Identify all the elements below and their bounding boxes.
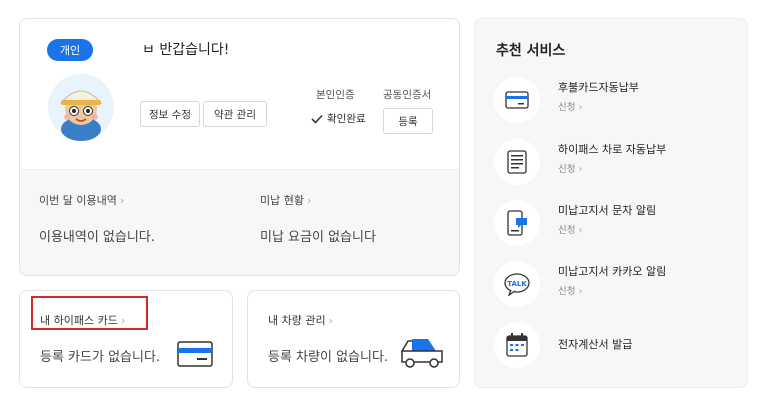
usage-history-link[interactable]: 이번 달 이용내역 › bbox=[39, 192, 124, 208]
hipass-card-value: 등록 카드가 없습니다. bbox=[40, 350, 161, 365]
manage-terms-button[interactable]: 약관 관리 bbox=[203, 101, 267, 127]
service-item-lane-autopay[interactable]: 하이패스 차로 자동납부 신청 › bbox=[494, 139, 734, 189]
service-apply-link[interactable]: 신청 › bbox=[558, 99, 582, 113]
vehicle-value: 등록 차량이 없습니다. bbox=[268, 350, 389, 365]
verification-status-text: 확인완료 bbox=[327, 113, 366, 125]
chevron-right-icon: › bbox=[120, 314, 126, 327]
profile-card: 개인 ㅂ 반갑습니다! 정보 수정 약관 관리 본인인증 공동인증서 확인완료 … bbox=[19, 18, 460, 276]
service-item-sms-alert[interactable]: 미납고지서 문자 알림 신청 › bbox=[494, 200, 734, 250]
unpaid-status-value: 미납 요금이 없습니다 bbox=[260, 230, 376, 245]
service-item-kakao-alert[interactable]: TALK 미납고지서 카카오 알림 신청 › bbox=[494, 261, 734, 311]
register-certificate-button[interactable]: 등록 bbox=[383, 108, 433, 134]
service-item-card-autopay[interactable]: 후불카드자동납부 신청 › bbox=[494, 77, 734, 127]
credit-card-icon bbox=[494, 77, 540, 123]
hipass-card-title: 내 하이패스 카드 bbox=[40, 314, 118, 327]
chevron-right-icon: › bbox=[306, 194, 312, 207]
checkmark-icon bbox=[311, 114, 323, 124]
recommended-services-title: 추천 서비스 bbox=[496, 43, 566, 59]
svg-text:TALK: TALK bbox=[507, 280, 527, 288]
hipass-card-panel: 내 하이패스 카드 › 등록 카드가 없습니다. bbox=[19, 290, 233, 388]
mobile-message-icon bbox=[494, 200, 540, 246]
usage-history-value: 이용내역이 없습니다. bbox=[39, 230, 155, 245]
service-apply-link[interactable]: 신청 › bbox=[558, 222, 582, 236]
verification-status: 확인완료 bbox=[311, 111, 366, 126]
account-type-badge: 개인 bbox=[47, 39, 93, 61]
avatar bbox=[47, 73, 115, 141]
greeting-text: ㅂ 반갑습니다! bbox=[142, 42, 230, 58]
service-name: 후불카드자동납부 bbox=[558, 81, 639, 94]
credit-card-icon bbox=[177, 341, 213, 367]
hipass-card-link[interactable]: 내 하이패스 카드 › bbox=[40, 312, 125, 328]
service-name: 하이패스 차로 자동납부 bbox=[558, 143, 667, 156]
service-apply-link[interactable]: 신청 › bbox=[558, 283, 582, 297]
vehicle-link[interactable]: 내 차량 관리 › bbox=[268, 312, 333, 328]
service-apply-link[interactable]: 신청 › bbox=[558, 161, 582, 175]
service-name: 미납고지서 문자 알림 bbox=[558, 204, 657, 217]
service-name: 전자계산서 발급 bbox=[558, 338, 633, 351]
chevron-right-icon: › bbox=[328, 314, 333, 327]
service-name: 미납고지서 카카오 알림 bbox=[558, 265, 667, 278]
usage-history-label: 이번 달 이용내역 bbox=[39, 194, 117, 207]
recommended-services-panel: 추천 서비스 후불카드자동납부 신청 › 하이패스 차로 자동납부 신청 › 미… bbox=[474, 18, 748, 388]
car-icon bbox=[401, 339, 443, 368]
kakao-talk-icon: TALK bbox=[494, 261, 540, 307]
document-icon bbox=[494, 139, 540, 185]
mascot-avatar-icon bbox=[48, 74, 114, 141]
identity-verification-label: 본인인증 bbox=[316, 89, 355, 101]
vehicle-title: 내 차량 관리 bbox=[268, 314, 326, 327]
unpaid-status-link[interactable]: 미납 현황 › bbox=[260, 192, 311, 208]
service-item-e-invoice[interactable]: 전자계산서 발급 bbox=[494, 322, 734, 372]
unpaid-status-label: 미납 현황 bbox=[260, 194, 304, 207]
vehicle-panel: 내 차량 관리 › 등록 차량이 없습니다. bbox=[247, 290, 460, 388]
profile-stats: 이번 달 이용내역 › 이용내역이 없습니다. 미납 현황 › 미납 요금이 없습니… bbox=[20, 169, 459, 275]
certificate-label: 공동인증서 bbox=[383, 89, 432, 101]
edit-profile-button[interactable]: 정보 수정 bbox=[140, 101, 200, 127]
calendar-icon bbox=[494, 322, 540, 368]
chevron-right-icon: › bbox=[119, 194, 125, 207]
profile-summary: 개인 ㅂ 반갑습니다! 정보 수정 약관 관리 본인인증 공동인증서 확인완료 … bbox=[20, 19, 459, 169]
